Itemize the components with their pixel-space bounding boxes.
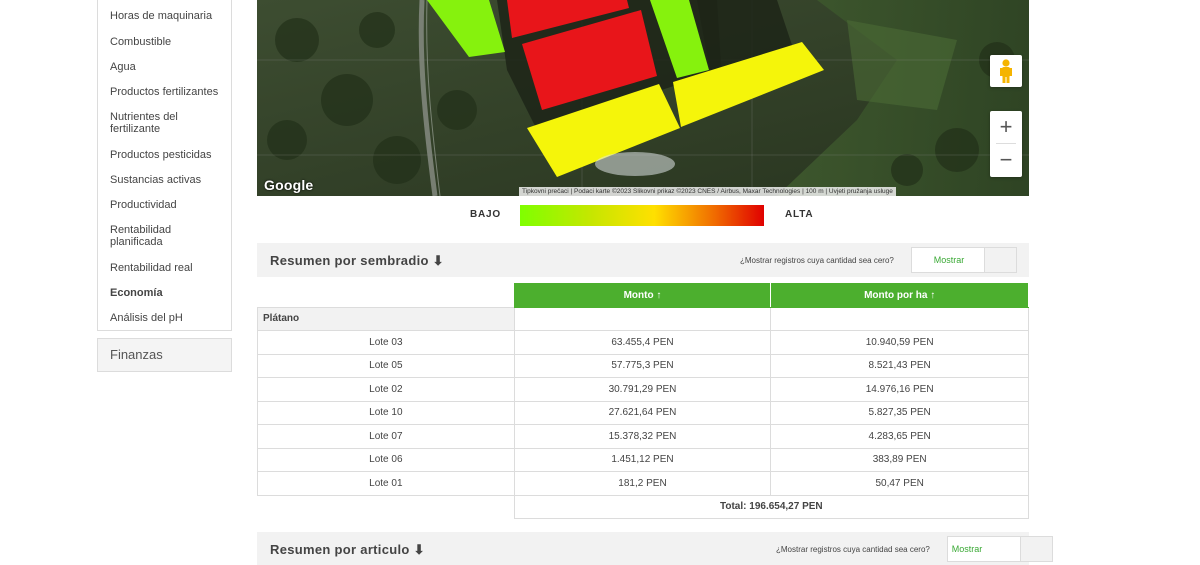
sidebar-item[interactable]: Horas de maquinaria (98, 10, 228, 22)
zoom-in-button[interactable]: + (990, 111, 1022, 143)
table-row[interactable]: Lote 01 181,2 PEN 50,47 PEN (257, 471, 1029, 496)
pegman-icon[interactable] (990, 55, 1022, 87)
summary-article-title-text: Resumen por articulo (270, 542, 410, 557)
lot-name: Lote 06 (257, 447, 515, 472)
lot-name: Lote 01 (257, 471, 515, 496)
show-zero-toggle-label[interactable]: Mostrar (948, 537, 986, 561)
sidebar-item[interactable]: Agua (98, 61, 228, 73)
table-row[interactable]: Lote 03 63.455,4 PEN 10.940,59 PEN (257, 330, 1029, 355)
summary-sowing-table: Monto ↑ Monto por ha ↑ Plátano Lote 03 63… (257, 283, 1030, 519)
table-row[interactable]: Lote 02 30.791,29 PEN 14.976,16 PEN (257, 377, 1029, 402)
zoom-control: + − (990, 111, 1022, 177)
legend-gradient-bar (520, 205, 764, 226)
sidebar-menu: Horas de maquinaria Combustible Agua Produc… (97, 0, 232, 331)
table-row[interactable]: Lote 06 1.451,12 PEN 383,89 PEN (257, 447, 1029, 472)
table-body: Plátano Lote 03 63.455,4 PEN 10.940,59 PEN… (257, 306, 1030, 519)
map-attribution[interactable]: Tipkovni prečaci | Podaci karte ©2023 Sl… (519, 187, 896, 196)
summary-sowing-header[interactable]: Resumen por sembradio ⬇ ¿Mostrar registr… (257, 243, 1029, 277)
show-zero-toggle-label[interactable]: Mostrar (912, 248, 986, 272)
sidebar-item[interactable]: Análisis del pH (98, 312, 228, 324)
amount-cell: 30.791,29 PEN (513, 377, 772, 402)
table-row[interactable]: Lote 10 27.621,64 PEN 5.827,35 PEN (257, 400, 1029, 425)
amount-per-ha-cell: 383,89 PEN (770, 447, 1029, 472)
sidebar-item[interactable]: Economía (98, 287, 228, 299)
table-row[interactable]: Lote 07 15.378,32 PEN 4.283,65 PEN (257, 424, 1029, 449)
sidebar-item[interactable]: Sustancias activas (98, 174, 228, 186)
amount-cell: 57.775,3 PEN (513, 353, 772, 378)
sidebar-item[interactable]: Productos fertilizantes (98, 86, 228, 98)
table-header-row: Monto ↑ Monto por ha ↑ (258, 283, 1029, 308)
crop-amount-empty (513, 306, 772, 331)
arrow-down-icon: ⬇ (432, 253, 444, 268)
table-header-empty (258, 284, 515, 308)
satellite-map[interactable]: Google Tipkovni prečaci | Podaci karte ©… (257, 0, 1029, 196)
zero-records-question: ¿Mostrar registros cuya cantidad sea cer… (776, 545, 930, 554)
amount-per-ha-cell: 8.521,43 PEN (770, 353, 1029, 378)
total-row: Total: 196.654,27 PEN (258, 494, 1030, 519)
column-header-amount[interactable]: Monto ↑ (513, 283, 772, 308)
summary-article-header[interactable]: Resumen por articulo ⬇ ¿Mostrar registro… (257, 532, 1053, 565)
total-amount: Total: 196.654,27 PEN (513, 494, 1030, 519)
summary-sowing-title[interactable]: Resumen por sembradio ⬇ (270, 253, 444, 269)
sidebar-item[interactable]: Nutrientes del fertilizante (98, 111, 228, 135)
legend-high-label: ALTA (785, 209, 814, 220)
lot-name: Lote 02 (257, 377, 515, 402)
amount-per-ha-cell: 4.283,65 PEN (770, 424, 1029, 449)
zero-records-question: ¿Mostrar registros cuya cantidad sea cer… (740, 256, 894, 265)
crop-name: Plátano (257, 306, 515, 331)
lot-name: Lote 07 (257, 424, 515, 449)
google-logo: Google (264, 177, 314, 193)
amount-cell: 63.455,4 PEN (513, 330, 772, 355)
lot-name: Lote 03 (257, 330, 515, 355)
summary-sowing-title-text: Resumen por sembradio (270, 253, 429, 268)
arrow-down-icon: ⬇ (413, 542, 425, 557)
sidebar-item[interactable]: Productividad (98, 199, 228, 211)
amount-cell: 181,2 PEN (513, 471, 772, 496)
column-header-amount-per-ha[interactable]: Monto por ha ↑ (770, 283, 1029, 308)
summary-article-title[interactable]: Resumen por articulo ⬇ (270, 542, 425, 558)
table-row[interactable]: Lote 05 57.775,3 PEN 8.521,43 PEN (257, 353, 1029, 378)
lot-name: Lote 10 (257, 400, 515, 425)
amount-per-ha-cell: 50,47 PEN (770, 471, 1029, 496)
amount-cell: 27.621,64 PEN (513, 400, 772, 425)
sidebar-item[interactable]: Rentabilidad real (98, 262, 228, 274)
map-imagery (257, 0, 1029, 196)
zoom-out-button[interactable]: − (990, 144, 1022, 176)
show-zero-toggle[interactable]: Mostrar (911, 247, 1017, 273)
total-empty (258, 495, 515, 519)
amount-per-ha-cell: 14.976,16 PEN (770, 377, 1029, 402)
sidebar-item[interactable]: Rentabilidad planificada (98, 224, 228, 248)
show-zero-toggle[interactable]: Mostrar (947, 536, 1053, 562)
crop-row: Plátano (257, 306, 1029, 331)
crop-per-ha-empty (770, 306, 1029, 331)
amount-per-ha-cell: 5.827,35 PEN (770, 400, 1029, 425)
sidebar-section-finanzas[interactable]: Finanzas (97, 338, 232, 372)
show-zero-toggle-off[interactable] (1020, 537, 1052, 561)
legend-low-label: BAJO (470, 209, 501, 220)
show-zero-toggle-off[interactable] (984, 248, 1016, 272)
sidebar-item[interactable]: Productos pesticidas (98, 149, 228, 161)
amount-cell: 15.378,32 PEN (513, 424, 772, 449)
amount-cell: 1.451,12 PEN (513, 447, 772, 472)
amount-per-ha-cell: 10.940,59 PEN (770, 330, 1029, 355)
lot-name: Lote 05 (257, 353, 515, 378)
sidebar: Horas de maquinaria Combustible Agua Produc… (97, 0, 232, 372)
sidebar-item[interactable]: Combustible (98, 36, 228, 48)
